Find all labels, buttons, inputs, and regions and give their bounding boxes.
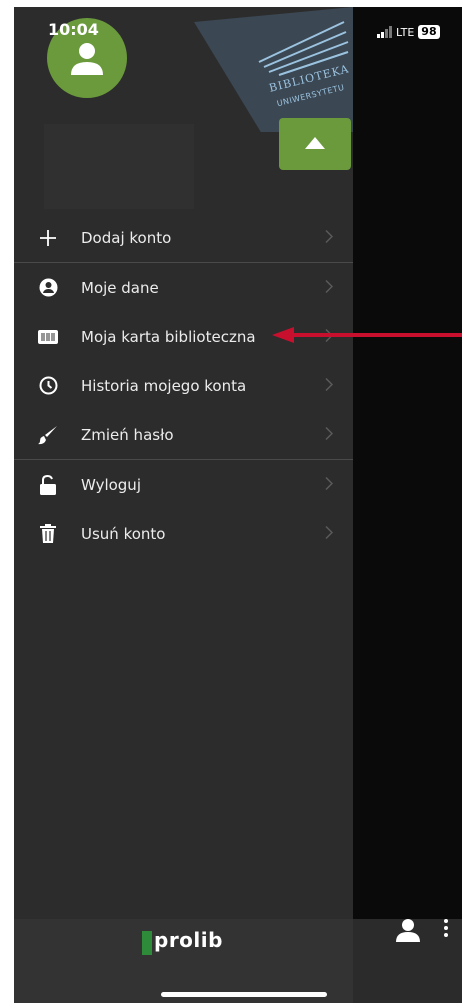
chevron-right-icon <box>325 475 334 494</box>
chevron-right-icon <box>325 228 334 247</box>
home-indicator[interactable] <box>161 992 327 997</box>
user-icon <box>71 43 103 75</box>
navigation-drawer: BIBLIOTEKA UNIWERSYTETU 10:04 Dodaj kont… <box>14 7 353 1003</box>
prolib-brand: prolib <box>154 928 223 952</box>
plus-icon <box>38 228 58 248</box>
menu-item-label: Historia mojego konta <box>81 376 247 395</box>
menu-item-label: Usuń konto <box>81 524 166 543</box>
menu-item-logout[interactable]: Wyloguj <box>14 460 353 509</box>
user-circle-icon <box>38 278 58 298</box>
network-label: LTE <box>396 25 415 39</box>
history-icon <box>38 376 58 396</box>
app-screen: LTE 98 BIBLIOTEKA UNIWERSYTETU 10:04 Dod… <box>14 7 462 1003</box>
menu-item-label: Zmień hasło <box>81 425 174 444</box>
main-content-area[interactable] <box>353 7 462 919</box>
account-info-placeholder <box>44 124 194 209</box>
unlock-icon <box>38 474 58 495</box>
menu-item-change-password[interactable]: Zmień hasło <box>14 410 353 459</box>
drawer-menu: Dodaj konto Moje dane Moja karta bibliot… <box>14 213 353 558</box>
barcode-card-icon <box>38 327 58 347</box>
menu-item-account-history[interactable]: Historia mojego konta <box>14 361 353 410</box>
chevron-right-icon <box>325 524 334 543</box>
profile-nav-icon[interactable] <box>395 917 421 947</box>
menu-item-my-data[interactable]: Moje dane <box>14 263 353 312</box>
menu-item-delete-account[interactable]: Usuń konto <box>14 509 353 558</box>
menu-item-add-account[interactable]: Dodaj konto <box>14 213 353 262</box>
chevron-right-icon <box>325 425 334 444</box>
menu-item-label: Moja karta biblioteczna <box>81 327 256 346</box>
battery-icon: 98 <box>418 25 440 39</box>
chevron-up-icon <box>305 137 325 149</box>
drawer-header: BIBLIOTEKA UNIWERSYTETU 10:04 <box>14 7 353 217</box>
trash-icon <box>38 524 58 544</box>
chevron-right-icon <box>325 376 334 395</box>
menu-item-label: Wyloguj <box>81 475 141 494</box>
chevron-right-icon <box>325 278 334 297</box>
collapse-accounts-button[interactable] <box>279 118 351 170</box>
more-options-icon[interactable] <box>444 919 450 940</box>
menu-item-label: Moje dane <box>81 278 159 297</box>
signal-icon <box>377 26 392 38</box>
status-time: 10:04 <box>48 20 99 39</box>
status-bar-right: LTE 98 <box>377 25 440 39</box>
red-annotation-arrow <box>272 327 462 343</box>
brush-icon <box>38 425 58 445</box>
prolib-logo-icon <box>142 931 154 959</box>
menu-item-label: Dodaj konto <box>81 228 172 247</box>
